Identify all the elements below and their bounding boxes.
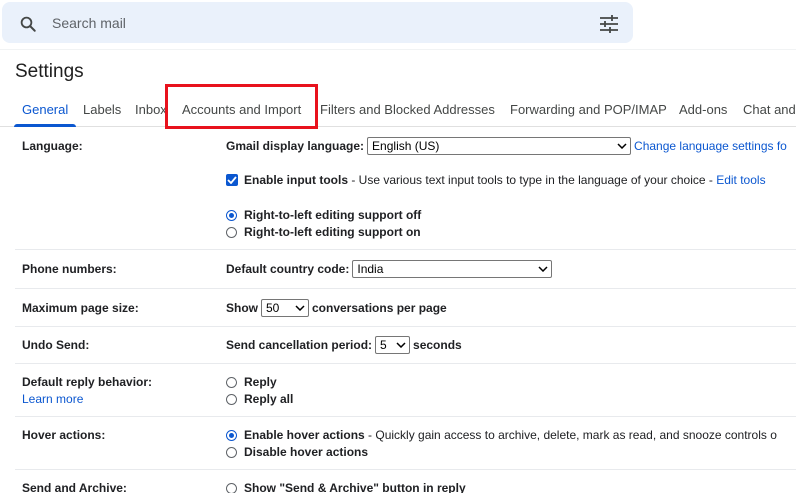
enable-hover-description: - Quickly gain access to archive, delete… <box>364 428 777 442</box>
active-tab-indicator <box>14 124 76 127</box>
page-size-row: Maximum page size: Show 50 conversations… <box>15 290 796 327</box>
undo-send-row: Undo Send: Send cancellation period: 5 s… <box>15 328 796 364</box>
checkmark-icon <box>227 176 237 184</box>
disable-hover-option[interactable]: Disable hover actions <box>226 445 368 459</box>
chevron-down-icon <box>396 342 406 348</box>
chevron-down-icon <box>538 266 548 272</box>
input-tools-label: Enable input tools <box>244 173 348 187</box>
reply-all-radio[interactable] <box>226 393 237 405</box>
change-language-settings-link[interactable]: Change language settings fo <box>634 139 787 153</box>
show-send-archive-label: Show "Send & Archive" button in reply <box>244 481 466 493</box>
show-send-archive-radio[interactable] <box>226 482 237 493</box>
cancellation-period-label: Send cancellation period: <box>226 338 373 352</box>
tab-inbox[interactable]: Inbox <box>135 102 167 117</box>
rtl-on-label: Right-to-left editing support on <box>244 225 421 239</box>
display-language-value: English (US) <box>372 139 440 153</box>
undo-send-label: Undo Send: <box>22 338 90 352</box>
hover-actions-label: Hover actions: <box>22 428 106 442</box>
country-code-label: Default country code: <box>226 262 350 276</box>
reply-option-label: Reply <box>244 375 277 389</box>
page-size-control: Show 50 conversations per page <box>226 299 447 317</box>
search-options-icon[interactable] <box>599 15 619 33</box>
enable-hover-option[interactable]: Enable hover actions - Quickly gain acce… <box>226 428 777 442</box>
display-language-label: Gmail display language: <box>226 139 365 153</box>
disable-hover-radio[interactable] <box>226 446 237 458</box>
page-size-show-label: Show <box>226 301 258 315</box>
country-code-select[interactable]: India <box>352 260 553 278</box>
page-size-label: Maximum page size: <box>22 301 139 315</box>
tab-filters-and-blocked-addresses[interactable]: Filters and Blocked Addresses <box>320 102 495 117</box>
cancellation-period-suffix: seconds <box>413 338 462 352</box>
phone-numbers-label: Phone numbers: <box>22 262 117 276</box>
cancellation-period-value: 5 <box>380 338 387 352</box>
page-size-select[interactable]: 50 <box>261 299 309 317</box>
reply-behavior-row: Default reply behavior: Learn more Reply… <box>15 365 796 417</box>
tab-labels[interactable]: Labels <box>83 102 121 117</box>
tab-chat-and-meet[interactable]: Chat and <box>743 102 796 117</box>
chevron-down-icon <box>617 143 627 149</box>
input-tools-checkbox[interactable] <box>226 174 238 186</box>
enable-hover-label: Enable hover actions <box>244 428 365 442</box>
search-bar <box>2 2 633 43</box>
display-language-control: Gmail display language: English (US) Cha… <box>226 137 787 155</box>
rtl-off-label: Right-to-left editing support off <box>244 208 422 222</box>
highlight-annotation-box <box>165 84 318 129</box>
chevron-down-icon <box>295 305 305 311</box>
settings-tabs: General Labels Inbox Accounts and Import… <box>0 94 796 127</box>
show-send-archive-option[interactable]: Show "Send & Archive" button in reply <box>226 481 466 493</box>
send-and-archive-row: Send and Archive: Show "Send & Archive" … <box>15 471 796 493</box>
send-and-archive-label: Send and Archive: <box>22 481 127 493</box>
reply-learn-more-link[interactable]: Learn more <box>22 392 83 406</box>
reply-all-option[interactable]: Reply all <box>226 392 293 406</box>
header-divider <box>0 49 796 50</box>
reply-behavior-label: Default reply behavior: <box>22 375 153 389</box>
rtl-on-radio[interactable] <box>226 226 237 238</box>
tab-add-ons[interactable]: Add-ons <box>679 102 727 117</box>
disable-hover-label: Disable hover actions <box>244 445 369 459</box>
input-tools-description: - Use various text input tools to type i… <box>348 173 717 187</box>
country-code-control: Default country code: India <box>226 260 555 278</box>
undo-send-control: Send cancellation period: 5 seconds <box>226 336 462 354</box>
search-icon[interactable] <box>19 15 37 33</box>
reply-all-option-label: Reply all <box>244 392 294 406</box>
display-language-select[interactable]: English (US) <box>367 137 632 155</box>
enable-hover-radio[interactable] <box>226 429 237 441</box>
language-row: Language: Gmail display language: Englis… <box>15 128 796 250</box>
country-code-value: India <box>357 262 384 276</box>
page-size-suffix: conversations per page <box>312 301 447 315</box>
hover-actions-row: Hover actions: Enable hover actions - Qu… <box>15 418 796 470</box>
rtl-off-option[interactable]: Right-to-left editing support off <box>226 208 421 222</box>
input-tools-control: Enable input tools - Use various text in… <box>226 173 766 187</box>
cancellation-period-select[interactable]: 5 <box>375 336 411 354</box>
search-input[interactable] <box>52 10 572 36</box>
page-title: Settings <box>15 61 84 82</box>
tab-forwarding-and-pop-imap[interactable]: Forwarding and POP/IMAP <box>510 102 667 117</box>
reply-radio[interactable] <box>226 376 237 388</box>
phone-numbers-row: Phone numbers: Default country code: Ind… <box>15 251 796 289</box>
rtl-off-radio[interactable] <box>226 209 237 221</box>
page-size-value: 50 <box>266 301 280 315</box>
language-label: Language: <box>22 139 83 153</box>
rtl-on-option[interactable]: Right-to-left editing support on <box>226 225 421 239</box>
reply-option[interactable]: Reply <box>226 375 277 389</box>
tab-general[interactable]: General <box>22 102 68 117</box>
edit-tools-link[interactable]: Edit tools <box>716 173 765 187</box>
